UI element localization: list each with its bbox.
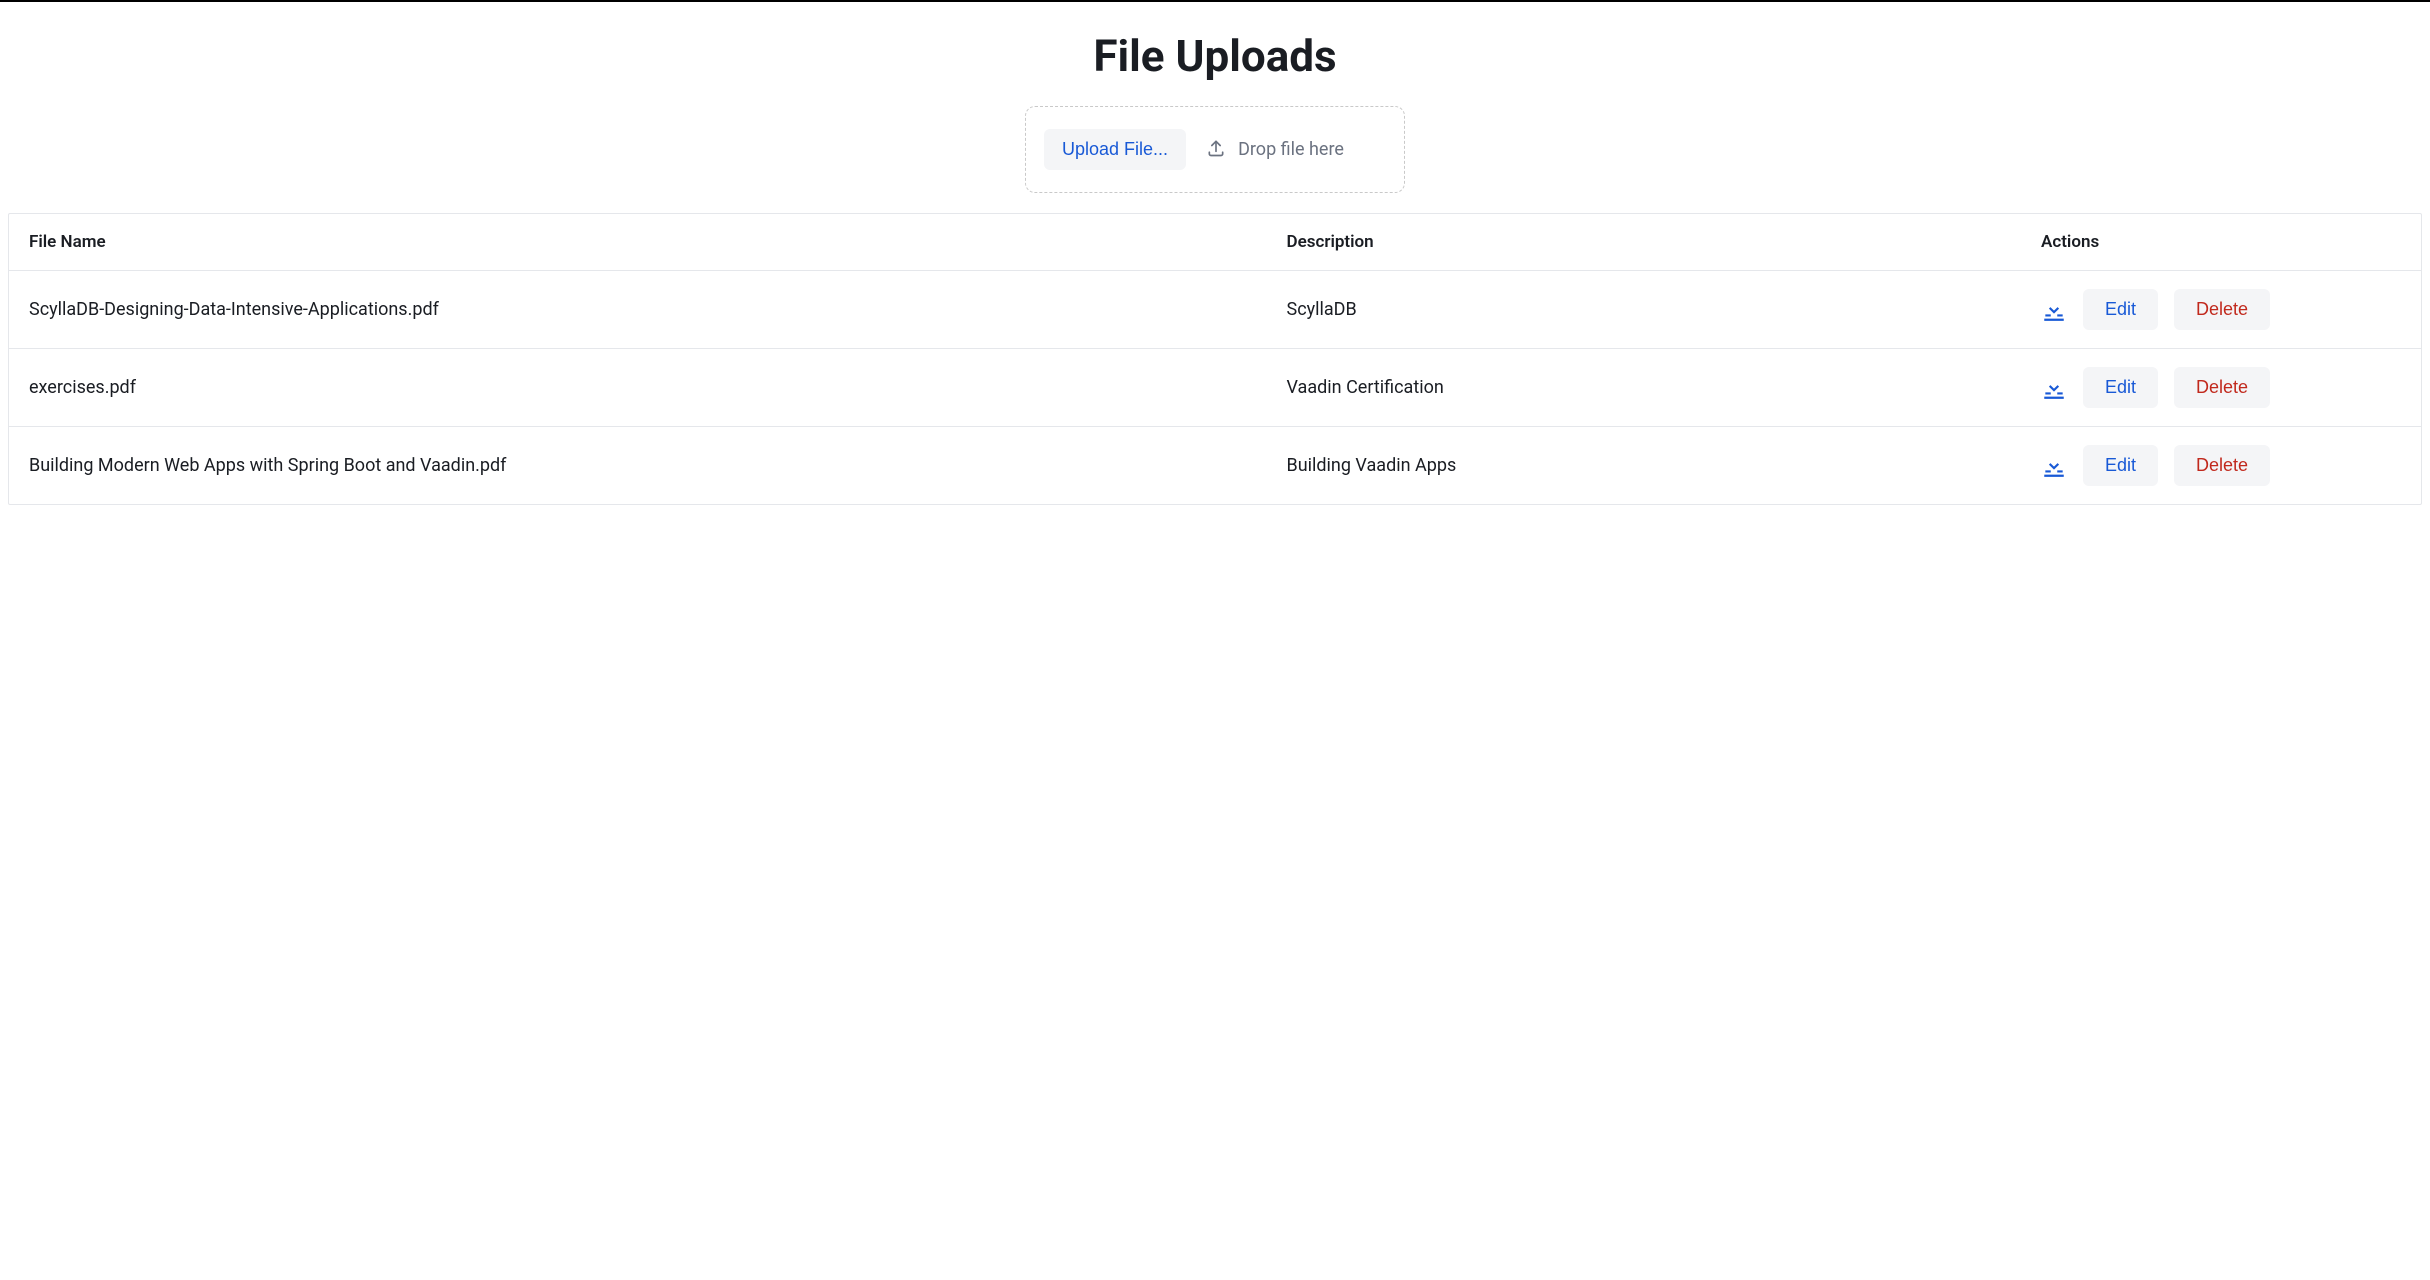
cell-filename: Building Modern Web Apps with Spring Boo… — [29, 455, 1287, 476]
cell-actions: Edit Delete — [2041, 367, 2401, 408]
cell-description: ScyllaDB — [1287, 299, 2042, 320]
cell-filename: ScyllaDB-Designing-Data-Intensive-Applic… — [29, 299, 1287, 320]
cell-actions: Edit Delete — [2041, 445, 2401, 486]
edit-button[interactable]: Edit — [2083, 289, 2158, 330]
download-icon[interactable] — [2041, 375, 2067, 401]
cell-description: Vaadin Certification — [1287, 377, 2042, 398]
cell-description: Building Vaadin Apps — [1287, 455, 2042, 476]
download-icon[interactable] — [2041, 297, 2067, 323]
drop-file-label: Drop file here — [1238, 139, 1344, 160]
edit-button[interactable]: Edit — [2083, 445, 2158, 486]
grid-header-row: File Name Description Actions — [9, 214, 2421, 271]
table-row: ScyllaDB-Designing-Data-Intensive-Applic… — [9, 271, 2421, 349]
upload-dropzone[interactable]: Upload File... Drop file here — [1025, 106, 1405, 193]
delete-button[interactable]: Delete — [2174, 367, 2270, 408]
table-row: Building Modern Web Apps with Spring Boo… — [9, 427, 2421, 504]
page-title: File Uploads — [8, 30, 2422, 82]
upload-icon — [1206, 138, 1226, 162]
cell-actions: Edit Delete — [2041, 289, 2401, 330]
drop-area[interactable]: Drop file here — [1206, 138, 1344, 162]
column-header-filename: File Name — [29, 232, 1287, 252]
table-row: exercises.pdf Vaadin Certification Edit … — [9, 349, 2421, 427]
delete-button[interactable]: Delete — [2174, 445, 2270, 486]
edit-button[interactable]: Edit — [2083, 367, 2158, 408]
cell-filename: exercises.pdf — [29, 377, 1287, 398]
upload-file-button[interactable]: Upload File... — [1044, 129, 1186, 170]
column-header-actions: Actions — [2041, 232, 2401, 252]
column-header-description: Description — [1287, 232, 2042, 252]
download-icon[interactable] — [2041, 453, 2067, 479]
file-grid: File Name Description Actions ScyllaDB-D… — [8, 213, 2422, 505]
delete-button[interactable]: Delete — [2174, 289, 2270, 330]
